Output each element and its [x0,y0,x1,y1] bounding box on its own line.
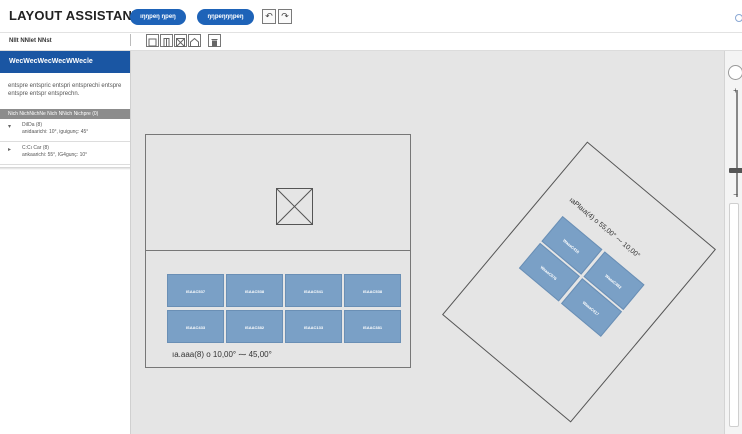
undo-button[interactable]: ↶ [262,9,276,24]
sidebar: WecWecWecWecWWecle entspre entspric ents… [0,51,131,434]
vertical-scrollbar[interactable] [729,203,739,427]
redo-button[interactable]: ↷ [278,9,292,24]
sidebar-description: entspre entspric entspri entsprechi ents… [8,83,122,97]
sidebar-subheading: Nich NichNichNe Nich NNich Nichpre (0) [0,109,130,119]
secondary-toolbar [0,33,742,51]
trash-icon[interactable] [208,34,221,47]
layout-tile[interactable]: ISAAC538 [226,274,283,307]
toolbar-divider [130,34,131,46]
primary-action-button-1[interactable]: ıŋŋpeŋ ŋpeŋ [130,9,186,25]
layout-tile[interactable]: ISAAC538 [344,274,401,307]
caret-down-icon: ▾ [8,124,12,130]
layout-tile[interactable]: ISAAC433 [167,310,224,343]
layout-tile[interactable]: ISAAC537 [167,274,224,307]
shape-tool-icon[interactable] [188,34,201,47]
column-tool-icon[interactable] [160,34,173,47]
pan-control-icon[interactable] [728,65,742,80]
layout-tile[interactable]: ISAAC382 [226,310,283,343]
layout-tile[interactable]: ISAAC541 [285,274,342,307]
sidebar-shadow [0,167,130,170]
sidebar-item-title: C:Cı Car (8) [22,145,49,151]
zoom-slider-track[interactable] [736,90,738,197]
sidebar-item-title: DiIDa (8) [22,122,43,128]
panel-divider [145,250,411,251]
caret-right-icon: ▸ [8,147,12,153]
image-tool-icon[interactable] [174,34,187,47]
sidebar-header: WecWecWecWecWWecle [0,51,130,73]
zoom-slider-handle[interactable] [729,168,742,173]
layout-tile[interactable]: ISAAC381 [344,310,401,343]
sidebar-item-detail: anidaarichi: 10°, iguigunç: 45° [22,129,89,135]
primary-action-button-2[interactable]: ŋŋpeŋŋŋpeŋ [197,9,254,25]
zoom-out-button[interactable]: − [731,190,740,199]
section-label: NIIt NNlet NNst [9,38,52,44]
sidebar-item-layout-1[interactable]: ▾ DiIDa (8) anidaarichi: 10°, iguigunç: … [0,120,130,142]
app-title: LAYOUT ASSISTANT [9,8,141,23]
sidebar-item-layout-2[interactable]: ▸ C:Cı Car (8) ankaarichi: 55°, IG4gunç:… [0,143,130,165]
sidebar-item-detail: ankaarichi: 55°, IG4gunç: 10° [22,152,88,158]
image-placeholder-icon[interactable] [276,188,313,225]
search-icon[interactable] [735,14,742,22]
layout-tile[interactable]: ISAAC133 [285,310,342,343]
layout-angle-label: ıa.aaa(8) o 10,00° ⁓ 45,00° [172,350,272,359]
rectangle-tool-icon[interactable] [146,34,159,47]
